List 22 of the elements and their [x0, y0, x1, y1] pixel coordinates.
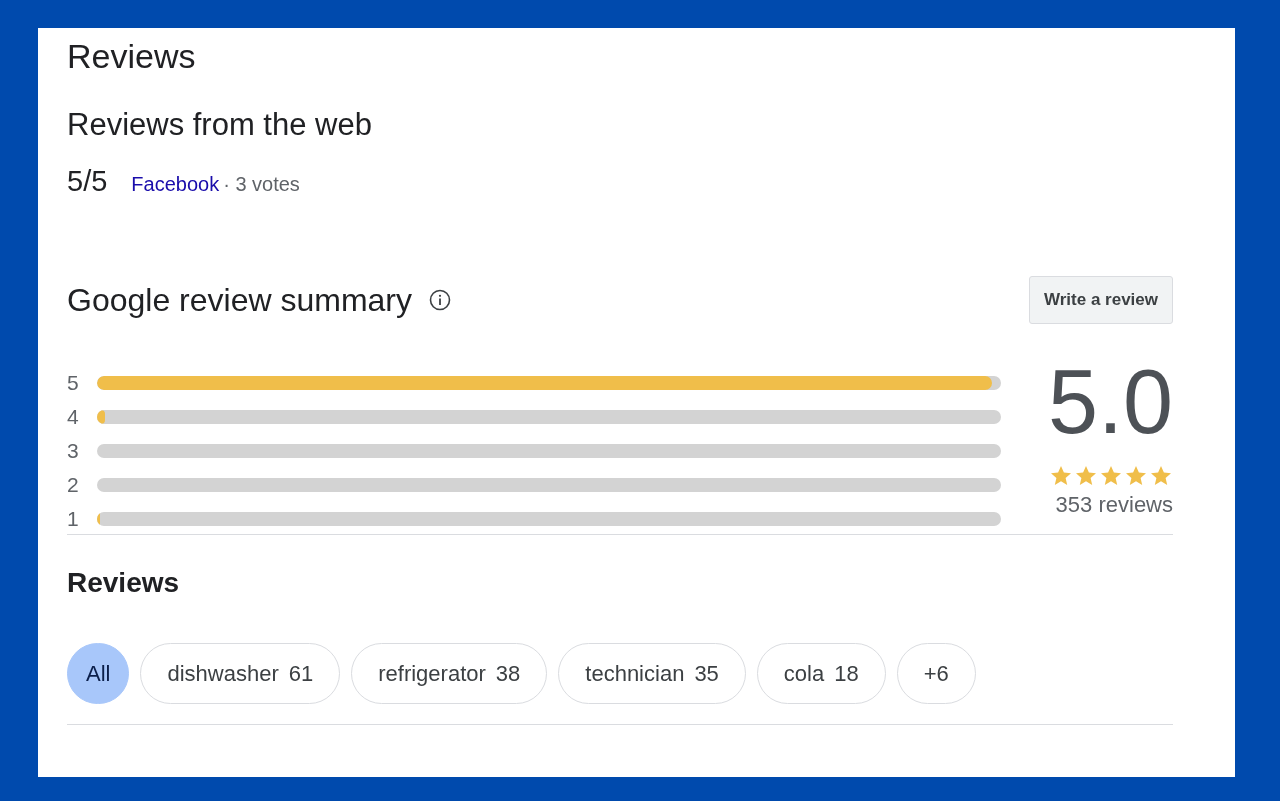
filter-chip[interactable]: dishwasher 61 [140, 643, 341, 704]
section-heading: Reviews from the web [67, 106, 373, 144]
section-heading: Google review summary [67, 281, 412, 320]
section-heading: Reviews [67, 566, 181, 600]
review-count: 353 reviews [1055, 492, 1173, 518]
section-title: Reviews [67, 36, 197, 77]
vote-count: · 3 votes [223, 173, 300, 196]
star-level-label: 3 [67, 439, 80, 463]
filter-chip[interactable]: cola 18 [756, 643, 886, 704]
filter-chip[interactable]: All [67, 643, 130, 704]
info-icon[interactable] [428, 288, 452, 312]
star-level-label: 5 [67, 371, 80, 395]
star-level-label: 4 [67, 405, 80, 429]
source-link[interactable]: Facebook [131, 173, 220, 196]
filter-chip[interactable]: technician 35 [558, 643, 746, 704]
rating-score: 5/5 [67, 165, 108, 198]
star-level-label: 2 [67, 473, 80, 497]
average-rating: 5.0 [1047, 352, 1173, 452]
filter-chip[interactable]: refrigerator 38 [351, 643, 548, 704]
filter-chip[interactable]: +6 [896, 643, 976, 704]
write-review-button[interactable]: Write a review [1028, 276, 1173, 324]
star-level-label: 1 [67, 507, 80, 531]
